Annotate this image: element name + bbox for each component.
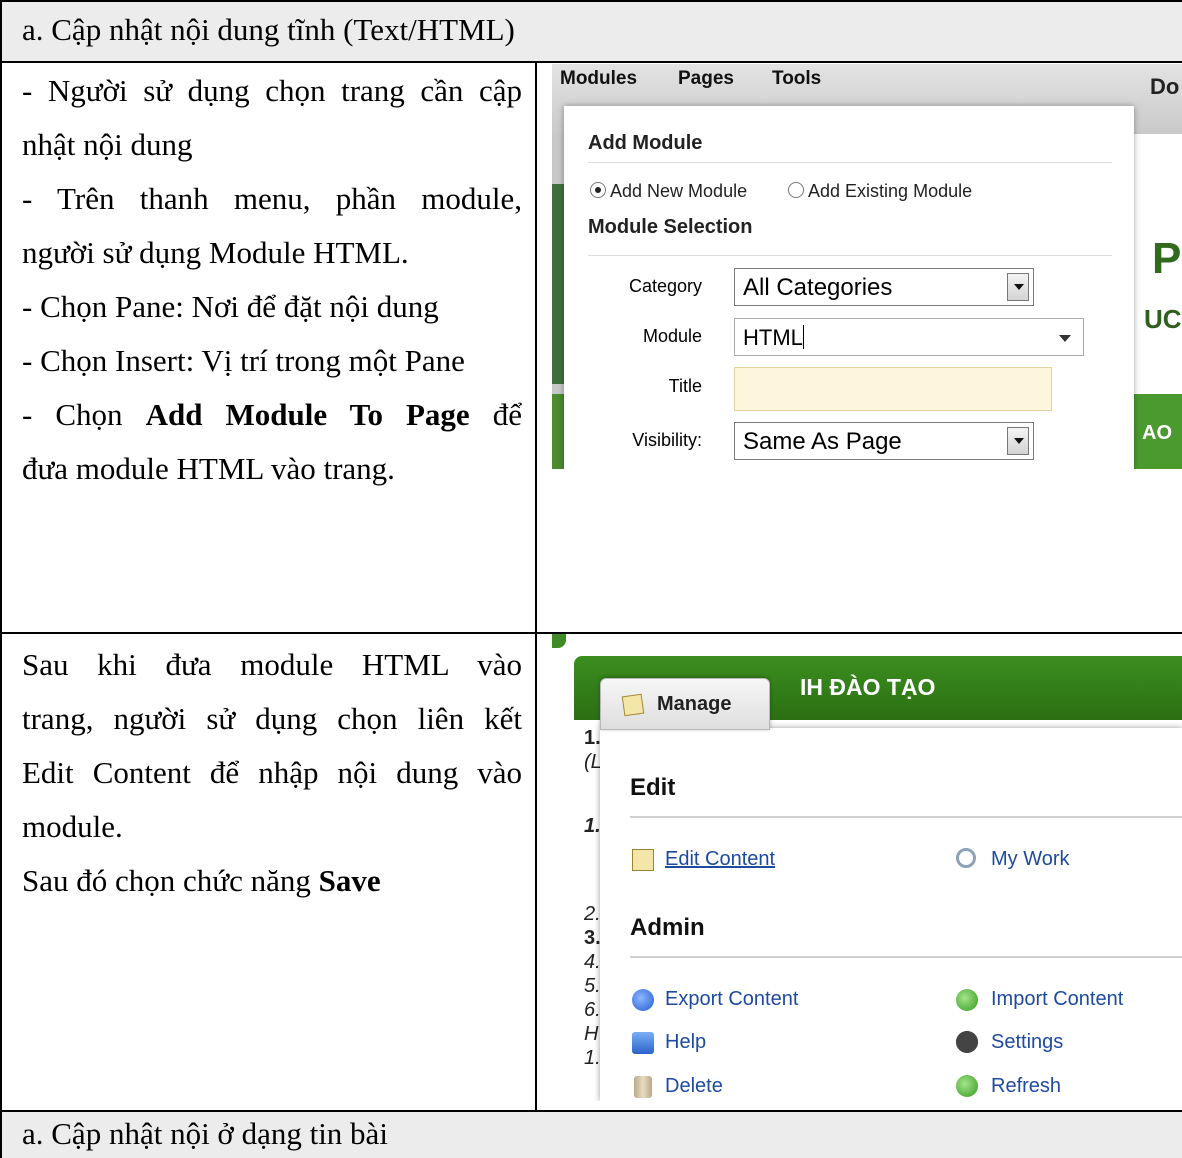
chevron-down-icon: [1059, 335, 1071, 342]
section-divider: [630, 816, 1182, 818]
category-label: Category: [628, 276, 702, 296]
panel-divider: [588, 255, 1112, 256]
instruction-line: trang, người sử dụng chọn liên kết: [22, 701, 522, 736]
export-content-link[interactable]: Export Content: [665, 988, 798, 1011]
manage-label: Manage: [657, 693, 732, 715]
module-value: HTML: [743, 325, 803, 350]
module-selection-title: Module Selection: [588, 216, 753, 238]
category-value: All Categories: [743, 274, 893, 301]
delete-link[interactable]: Delete: [665, 1075, 723, 1098]
module-banner-title: IH ĐÀO TẠO: [800, 674, 936, 700]
background-page-right-text: P: [1152, 234, 1182, 283]
background-green-left: [552, 184, 564, 384]
trash-icon: [634, 1076, 652, 1098]
export-icon: [632, 989, 654, 1011]
refresh-icon: [956, 1075, 978, 1097]
instruction-line: - Chọn Pane: Nơi để đặt nội dung: [22, 289, 439, 324]
table-row-divider: [0, 61, 1182, 63]
radio-selected-icon: [590, 182, 606, 198]
category-select[interactable]: All Categories: [734, 268, 1034, 306]
section-divider: [630, 956, 1182, 958]
table-border-top: [0, 0, 1182, 2]
add-existing-module-radio[interactable]: Add Existing Module: [788, 181, 972, 202]
instruction-line: Edit Content để nhập nội dung vào: [22, 755, 522, 790]
admin-heading: Admin: [630, 914, 705, 941]
menu-item-modules[interactable]: Modules: [560, 68, 637, 90]
settings-link[interactable]: Settings: [991, 1031, 1063, 1054]
instruction-bold: Add Module To Page: [145, 397, 470, 432]
radio-empty-icon: [788, 182, 804, 198]
background-page-right-text: UC: [1144, 304, 1182, 334]
title-input[interactable]: [734, 367, 1052, 411]
pencil-icon: [621, 693, 645, 717]
instruction-line: - Chọn Add Module To Page để: [22, 388, 522, 442]
instruction-line: đưa module HTML vào trang.: [22, 451, 395, 486]
visibility-label: Visibility:: [632, 430, 702, 450]
section2-instructions: Sau khi đưa module HTML vào trang, người…: [22, 638, 522, 908]
table-border-left: [0, 0, 2, 1158]
gear-icon: [956, 1031, 978, 1053]
import-content-link[interactable]: Import Content: [991, 988, 1123, 1011]
menu-right-text: Do: [1150, 74, 1180, 99]
import-icon: [956, 989, 978, 1011]
instruction-line: người sử dụng Module HTML.: [22, 235, 409, 270]
panel-divider: [588, 162, 1112, 163]
menu-item-tools[interactable]: Tools: [772, 68, 821, 90]
add-module-screenshot: Modules Pages Tools Do P UC AO Add Modul…: [552, 64, 1182, 469]
footer-heading: a. Cập nhật nội ở dạng tin bài: [22, 1116, 388, 1151]
section1-instructions: - Người sử dụng chọn trang cần cập nhật …: [22, 64, 522, 496]
instruction-line: nhật nội dung: [22, 127, 193, 162]
instruction-prefix: - Chọn: [22, 397, 146, 432]
instruction-prefix: Sau đó chọn chức năng: [22, 863, 319, 898]
chevron-down-icon: [1007, 427, 1029, 455]
background-page-right-text: AO: [1142, 422, 1172, 444]
visibility-select[interactable]: Same As Page: [734, 422, 1034, 460]
radio-label: Add Existing Module: [808, 181, 973, 201]
instruction-line: - Chọn Insert: Vị trí trong một Pane: [22, 343, 465, 378]
instruction-line: Sau đó chọn chức năng Save: [22, 854, 522, 908]
visibility-value: Same As Page: [743, 428, 902, 455]
background-green-corner: [552, 634, 566, 648]
instruction-suffix: để: [469, 397, 522, 432]
refresh-link[interactable]: Refresh: [991, 1075, 1061, 1098]
title-label: Title: [668, 376, 702, 396]
text-cursor: [802, 325, 804, 349]
edit-content-link[interactable]: Edit Content: [665, 848, 775, 871]
instruction-bold: Save: [318, 863, 381, 898]
instruction-line: - Người sử dụng chọn trang cần cập: [22, 73, 522, 108]
radio-label: Add New Module: [610, 181, 748, 201]
table-row-divider: [0, 1110, 1182, 1112]
help-icon: [632, 1032, 654, 1054]
background-green-left-lower: [552, 394, 564, 469]
module-select[interactable]: HTML: [734, 318, 1084, 356]
chevron-down-icon: [1007, 273, 1029, 301]
table-column-divider: [535, 61, 537, 1112]
instruction-line: - Trên thanh menu, phần module,: [22, 181, 522, 216]
magnifier-icon: [956, 848, 976, 868]
add-module-title: Add Module: [588, 132, 703, 154]
add-new-module-radio[interactable]: Add New Module: [590, 181, 747, 202]
module-label: Module: [642, 326, 702, 346]
manage-button[interactable]: Manage: [600, 678, 770, 730]
section1-heading: a. Cập nhật nội dung tĩnh (Text/HTML): [22, 12, 515, 47]
edit-pencil-icon: [632, 849, 654, 871]
instruction-line: Sau khi đưa module HTML vào: [22, 647, 522, 682]
instruction-line: module.: [22, 809, 123, 844]
edit-heading: Edit: [630, 774, 676, 801]
menu-item-pages[interactable]: Pages: [678, 68, 734, 90]
manage-menu-screenshot: IH ĐÀO TẠO 1. (L 1. 2. 3. 4. 5. 6. H 1. …: [552, 634, 1182, 1101]
my-work-link[interactable]: My Work: [991, 848, 1070, 871]
help-link[interactable]: Help: [665, 1031, 706, 1054]
